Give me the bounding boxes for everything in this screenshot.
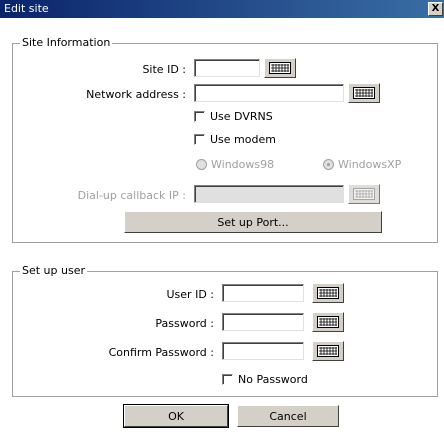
dialup-keyboard-button[interactable] — [348, 184, 380, 204]
use-modem-checkbox[interactable]: Use modem — [194, 133, 276, 146]
set-up-port-button[interactable]: Set up Port... — [124, 211, 382, 233]
use-dvrns-label: Use DVRNS — [210, 110, 273, 123]
user-id-label: User ID : — [166, 288, 215, 301]
site-id-input[interactable] — [194, 59, 260, 77]
user-id-keyboard-button[interactable] — [312, 283, 344, 303]
keyboard-icon — [353, 87, 375, 99]
no-password-checkbox[interactable]: No Password — [222, 373, 308, 386]
title-bar: Edit site X — [0, 0, 444, 18]
network-address-label: Network address : — [86, 88, 186, 101]
confirm-password-keyboard-button[interactable] — [312, 341, 344, 361]
set-up-port-label: Set up Port... — [217, 215, 289, 229]
password-keyboard-button[interactable] — [312, 312, 344, 332]
keyboard-icon — [317, 287, 339, 299]
checkbox-box — [194, 111, 205, 122]
dialup-callback-input[interactable] — [194, 185, 344, 203]
windowsxp-label: WindowsXP — [338, 158, 402, 171]
windows98-label: Windows98 — [211, 158, 275, 171]
site-id-keyboard-button[interactable] — [264, 58, 296, 78]
confirm-password-label: Confirm Password : — [108, 346, 214, 359]
network-address-input[interactable] — [194, 84, 344, 102]
keyboard-icon — [317, 345, 339, 357]
cancel-button[interactable]: Cancel — [237, 405, 339, 427]
set-up-user-legend: Set up user — [20, 264, 88, 277]
keyboard-icon — [317, 316, 339, 328]
checkbox-box — [194, 134, 205, 145]
windows98-radio[interactable]: Windows98 — [196, 158, 274, 171]
windowsxp-radio[interactable]: WindowsXP — [323, 158, 401, 171]
close-icon: X — [431, 3, 440, 14]
network-address-keyboard-button[interactable] — [348, 83, 380, 103]
no-password-label: No Password — [238, 373, 308, 386]
ok-button[interactable]: OK — [123, 404, 229, 428]
use-modem-label: Use modem — [210, 133, 276, 146]
password-label: Password : — [155, 317, 214, 330]
close-button[interactable]: X — [428, 2, 443, 16]
window-title: Edit site — [4, 2, 49, 15]
use-dvrns-checkbox[interactable]: Use DVRNS — [194, 110, 273, 123]
edit-site-dialog: Edit site X Site Information Site ID : N… — [0, 0, 444, 441]
confirm-password-input[interactable] — [222, 342, 304, 360]
checkbox-box — [222, 374, 233, 385]
ok-label: OK — [168, 409, 184, 423]
site-id-label: Site ID : — [142, 63, 186, 76]
keyboard-icon — [353, 188, 375, 200]
radio-dot — [323, 159, 334, 170]
dialup-callback-label: Dial-up callback IP : — [77, 189, 186, 202]
site-information-legend: Site Information — [20, 36, 113, 49]
user-id-input[interactable] — [222, 284, 304, 302]
radio-dot — [196, 159, 207, 170]
password-input[interactable] — [222, 313, 304, 331]
cancel-label: Cancel — [269, 409, 307, 423]
keyboard-icon — [269, 62, 291, 74]
